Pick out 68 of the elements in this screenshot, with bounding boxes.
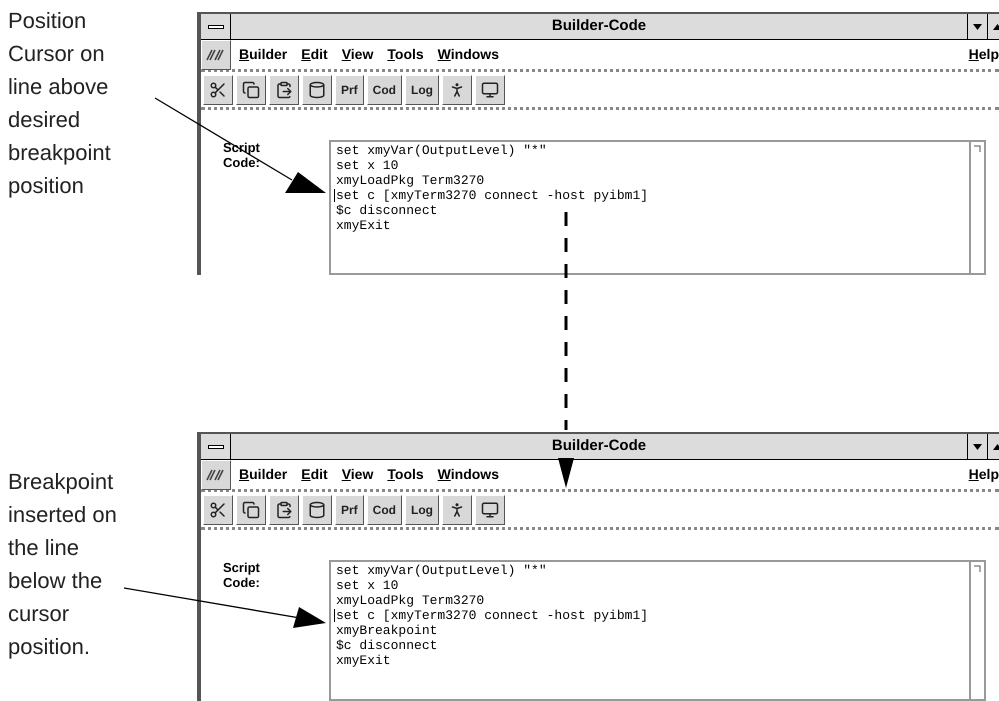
code-line: xmyExit — [336, 653, 391, 668]
code-line: $c disconnect — [336, 203, 438, 218]
logo-icon — [206, 48, 226, 60]
menu-item[interactable]: View — [342, 464, 374, 485]
code-line: xmyBreakpoint — [336, 623, 438, 638]
code-line: set xmyVar(OutputLevel) "*" — [336, 143, 547, 158]
clipboard-icon — [275, 500, 293, 518]
menu-item[interactable]: Builder — [239, 44, 288, 65]
scissors-icon — [209, 500, 227, 518]
down-triangle-icon — [973, 24, 982, 30]
field-label: Script Code: — [223, 560, 261, 590]
code-line: set c [xmyTerm3270 connect -host pyibm1] — [336, 608, 648, 623]
code-editor[interactable]: set xmyVar(OutputLevel) "*" set x 10 xmyLoadPkg Term3270 set c [xmyTerm3270 connect -host pyibm1] $c disconnect xmyExit — [329, 140, 969, 275]
cylinder-icon — [308, 500, 326, 518]
toolbar-button[interactable]: Prf — [335, 494, 364, 524]
menu-item[interactable]: Builder — [239, 464, 288, 485]
annotation-caption: Breakpoint inserted on the line below the cursor position. — [8, 468, 118, 661]
window-title: Builder-Code — [552, 16, 646, 36]
computer-button[interactable] — [475, 494, 505, 524]
run-button[interactable] — [442, 74, 472, 104]
app-logo-button[interactable] — [201, 460, 231, 490]
code-line: xmyExit — [336, 218, 391, 233]
computer-button[interactable] — [475, 74, 505, 104]
toolbar-button[interactable]: Cod — [366, 494, 402, 524]
code-line: set x 10 — [336, 578, 398, 593]
code-line: set xmyVar(OutputLevel) "*" — [336, 563, 547, 578]
menu-item[interactable]: Windows — [438, 464, 499, 485]
toolbar-button[interactable]: Cod — [366, 74, 402, 104]
code-editor[interactable]: set xmyVar(OutputLevel) "*" set x 10 xmyLoadPkg Term3270 set c [xmyTerm3270 connect -host pyibm1] xmyBreakpoint $c disconnect xmyExit — [329, 560, 969, 701]
menu-item[interactable]: Tools — [387, 44, 424, 65]
drum-button[interactable] — [302, 74, 332, 104]
menu-item[interactable]: Windows — [438, 44, 499, 65]
drum-button[interactable] — [302, 494, 332, 524]
paste-button[interactable] — [269, 494, 299, 524]
copy-icon — [242, 500, 260, 518]
cut-button[interactable] — [203, 494, 233, 524]
code-line: xmyLoadPkg Term3270 — [336, 173, 484, 188]
menu-item[interactable]: Help — [968, 464, 999, 485]
menu-item[interactable]: Edit — [301, 44, 328, 65]
maximize-button[interactable] — [987, 434, 999, 459]
scissors-icon — [209, 80, 227, 98]
clipboard-icon — [275, 80, 293, 98]
computer-icon — [481, 500, 499, 518]
paste-button[interactable] — [269, 74, 299, 104]
window-title: Builder-Code — [552, 436, 646, 456]
computer-icon — [481, 80, 499, 98]
toolbar-button[interactable]: Log — [405, 494, 439, 524]
copy-icon — [242, 80, 260, 98]
menu-item[interactable]: Tools — [387, 464, 424, 485]
app-logo-button[interactable] — [201, 40, 231, 70]
cylinder-icon — [308, 80, 326, 98]
down-triangle-icon — [973, 444, 982, 450]
menu-item[interactable]: Help — [968, 44, 999, 65]
maximize-button[interactable] — [987, 14, 999, 39]
annotation-caption: Position Cursor on line above desired breakpoint position — [8, 7, 112, 200]
menu-item[interactable]: Edit — [301, 464, 328, 485]
copy-button[interactable] — [236, 74, 266, 104]
copy-button[interactable] — [236, 494, 266, 524]
code-line: $c disconnect — [336, 638, 438, 653]
code-line: set x 10 — [336, 158, 398, 173]
run-button[interactable] — [442, 494, 472, 524]
code-line: xmyLoadPkg Term3270 — [336, 593, 484, 608]
logo-icon — [206, 468, 226, 480]
menu-item[interactable]: View — [342, 44, 374, 65]
code-line: set c [xmyTerm3270 connect -host pyibm1] — [336, 188, 648, 203]
toolbar-button[interactable]: Prf — [335, 74, 364, 104]
toolbar-button[interactable]: Log — [405, 74, 439, 104]
cut-button[interactable] — [203, 74, 233, 104]
